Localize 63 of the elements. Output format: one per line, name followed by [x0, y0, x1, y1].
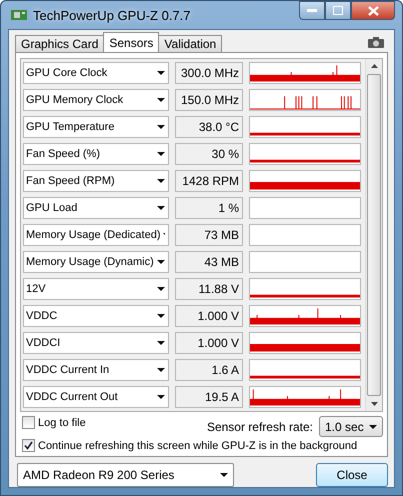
maximize-button[interactable] [325, 1, 351, 20]
caret-icon [157, 71, 165, 75]
sensor-dropdown[interactable]: GPU Memory Clock [23, 89, 169, 111]
caret-icon [157, 125, 165, 129]
close-icon [368, 6, 378, 16]
caret-icon [157, 314, 165, 318]
caret-icon [157, 341, 165, 345]
sensor-dropdown[interactable]: VDDCI [23, 332, 169, 354]
sensor-value: 1.000 V [175, 332, 243, 354]
close-button[interactable] [351, 1, 395, 20]
tab[interactable]: Validation [158, 35, 222, 52]
sensor-dropdown[interactable]: Memory Usage (Dynamic) [23, 251, 169, 273]
sensor-value: 1 % [175, 197, 243, 219]
scroll-up-icon [370, 64, 378, 68]
caret-icon [157, 287, 165, 291]
caret-icon [157, 206, 165, 210]
sensor-value: 300.0 MHz [175, 62, 243, 84]
camera-icon[interactable] [368, 37, 384, 48]
sensor-value: 1.000 V [175, 305, 243, 327]
sensor-dropdown[interactable]: Memory Usage (Dedicated) [23, 224, 169, 246]
caret-icon [162, 233, 165, 237]
caret-icon [369, 424, 377, 428]
checkmark-icon [24, 441, 33, 450]
caret-icon [220, 473, 228, 477]
sensor-value: 38.0 °C [175, 116, 243, 138]
sensor-value: 1.6 A [175, 359, 243, 381]
sensor-value: 150.0 MHz [175, 89, 243, 111]
continue-refreshing-checkbox[interactable]: Continue refreshing this screen while GPU-Z is in the background [22, 439, 358, 452]
sensor-dropdown[interactable]: GPU Load [23, 197, 169, 219]
minimize-icon [307, 8, 317, 12]
scrollbar[interactable] [365, 59, 382, 411]
caret-icon [157, 152, 165, 156]
caret-icon [157, 368, 165, 372]
window-title: TechPowerUp GPU-Z 0.7.7 [33, 8, 191, 22]
sensor-value: 11.88 V [175, 278, 243, 300]
maximize-icon [333, 6, 343, 15]
sensor-dropdown[interactable]: VDDC [23, 305, 169, 327]
sensor-dropdown[interactable]: GPU Core Clock [23, 62, 169, 84]
sensor-dropdown[interactable]: GPU Temperature [23, 116, 169, 138]
sensor-dropdown[interactable]: 12V [23, 278, 169, 300]
sensor-value: 73 MB [175, 224, 243, 246]
refresh-rate-label: Sensor refresh rate: [206, 420, 313, 434]
caret-icon [157, 395, 165, 399]
refresh-rate-dropdown[interactable]: 1.0 sec [319, 416, 383, 437]
sensor-value: 19.5 A [175, 386, 243, 408]
minimize-button[interactable] [299, 1, 325, 20]
sensor-dropdown[interactable]: Fan Speed (RPM) [23, 170, 169, 192]
gpu-dropdown[interactable]: AMD Radeon R9 200 Series [17, 463, 234, 487]
tab[interactable]: Graphics Card [15, 35, 104, 52]
sensor-dropdown[interactable]: Fan Speed (%) [23, 143, 169, 165]
caret-icon [157, 260, 165, 264]
sensor-value: 1428 RPM [175, 170, 243, 192]
tab[interactable]: Sensors [103, 32, 160, 52]
caret-icon [157, 98, 165, 102]
scroll-down-icon [370, 402, 378, 406]
close-window-button[interactable]: Close [316, 463, 388, 487]
graphics-card-icon [11, 8, 27, 22]
sensor-dropdown[interactable]: VDDC Current Out [23, 386, 169, 408]
caret-icon [157, 179, 165, 183]
sensor-value: 30 % [175, 143, 243, 165]
log-to-file-checkbox[interactable]: Log to file [22, 416, 86, 429]
sensor-value: 43 MB [175, 251, 243, 273]
sensor-dropdown[interactable]: VDDC Current In [23, 359, 169, 381]
